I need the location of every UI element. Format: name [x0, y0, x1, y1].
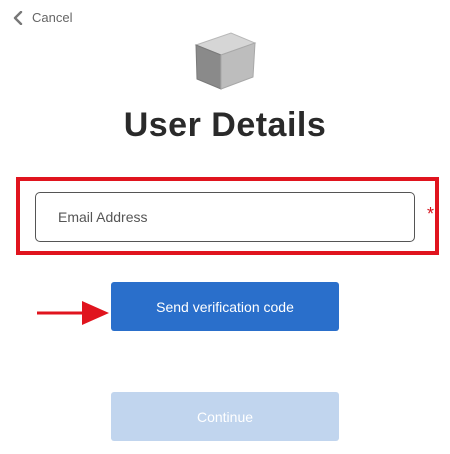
page-title: User Details [123, 106, 327, 144]
cancel-link[interactable]: Cancel [12, 10, 72, 25]
arrow-right-icon [34, 298, 110, 328]
required-indicator: * [427, 204, 435, 224]
chevron-left-icon [12, 10, 24, 25]
email-field[interactable] [35, 192, 415, 242]
send-verification-code-button[interactable]: Send verification code [111, 282, 339, 331]
continue-button[interactable]: Continue [111, 392, 339, 441]
cube-icon [193, 27, 257, 91]
cancel-label: Cancel [32, 10, 73, 25]
user-details-page: Cancel User Details * Send verification … [0, 0, 450, 454]
